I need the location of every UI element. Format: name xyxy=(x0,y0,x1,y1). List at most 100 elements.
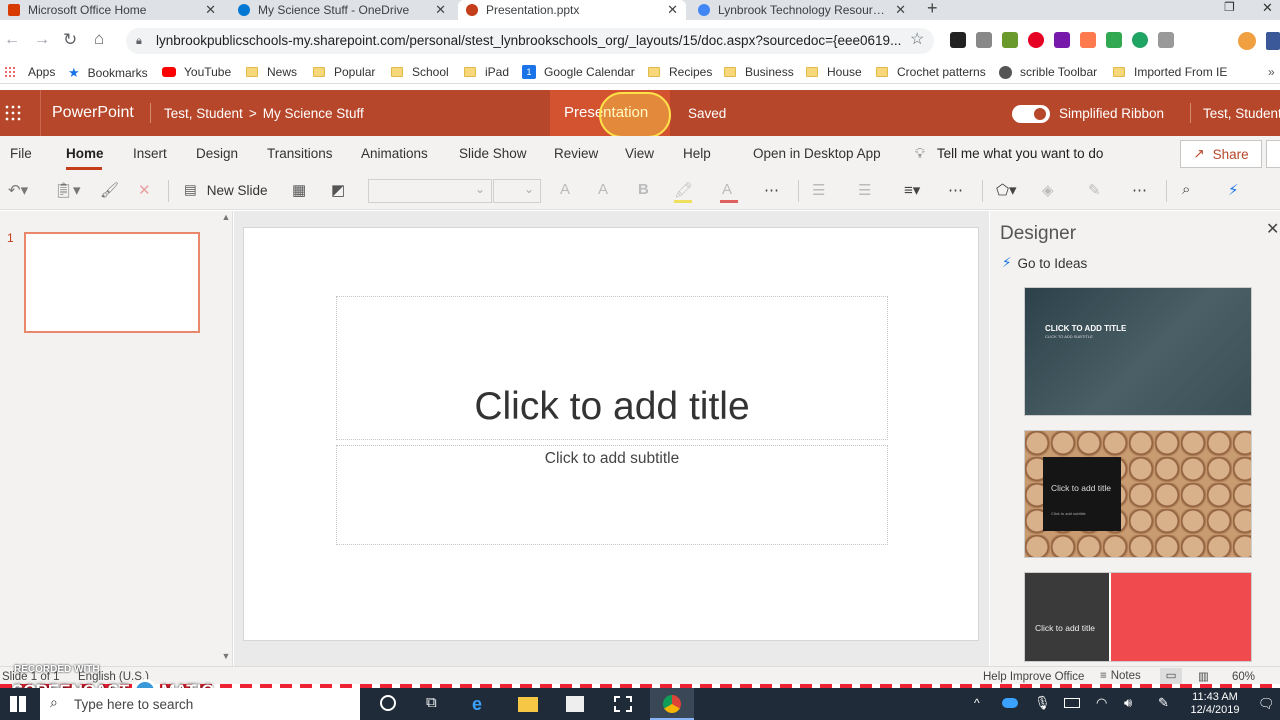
file-explorer-icon[interactable] xyxy=(518,697,538,712)
bookmark-google-calendar[interactable]: 1 Google Calendar xyxy=(522,65,635,79)
notifications-icon[interactable]: 🗨︎ xyxy=(1258,696,1275,712)
bookmark-popular[interactable]: Popular xyxy=(313,65,375,79)
shape-outline-icon[interactable]: ✎ xyxy=(1088,181,1101,199)
maximize-window-icon[interactable]: ❐ xyxy=(1224,0,1235,14)
paste-icon[interactable]: 📋︎▾ xyxy=(54,181,81,199)
edge-icon[interactable]: e xyxy=(472,694,482,715)
document-name-button[interactable]: Presentation xyxy=(550,90,670,136)
design-idea-1[interactable]: CLICK TO ADD TITLE CLICK TO ADD SUBTITLE xyxy=(1024,287,1252,416)
help-improve-office-link[interactable]: Help Improve Office xyxy=(983,671,1084,683)
tab-animations[interactable]: Animations xyxy=(361,146,428,161)
bold-icon[interactable]: B xyxy=(638,181,649,198)
bookmark-imported-from-ie[interactable]: Imported From IE xyxy=(1113,65,1227,79)
designer-lightning-icon[interactable]: ⚡︎ xyxy=(1228,181,1239,199)
bookmark-news[interactable]: News xyxy=(246,65,297,79)
tell-me-search[interactable]: 💡︎ Tell me what you want to do xyxy=(915,145,1103,162)
profile-avatar[interactable] xyxy=(1238,32,1256,50)
app-name[interactable]: PowerPoint xyxy=(52,104,134,122)
camera-extension-icon[interactable] xyxy=(976,32,992,48)
scroll-up-icon[interactable]: ▲ xyxy=(219,212,233,226)
clock[interactable]: 11:43 AM 12/4/2019 xyxy=(1184,691,1246,717)
tab-transitions[interactable]: Transitions xyxy=(267,146,333,161)
facebook-extension-icon[interactable] xyxy=(1266,32,1280,50)
slide-background-icon[interactable]: ◩ xyxy=(331,181,345,199)
bookmark-school[interactable]: School xyxy=(391,65,449,79)
breadcrumb-folder[interactable]: My Science Stuff xyxy=(263,106,364,121)
slide-thumbnail[interactable] xyxy=(24,232,200,333)
font-family-dropdown[interactable]: ⌄ xyxy=(368,179,492,203)
bookmark-crochet-patterns[interactable]: Crochet patterns xyxy=(876,65,986,79)
undo-icon[interactable]: ↶▾ xyxy=(8,181,28,199)
microphone-icon[interactable]: 🎙︎ xyxy=(1034,695,1051,711)
chrome-taskbar-button[interactable] xyxy=(650,688,694,720)
share-button[interactable]: ↗ Share xyxy=(1180,140,1262,168)
tab-view[interactable]: View xyxy=(625,146,654,161)
close-tab-icon[interactable]: ✕ xyxy=(435,2,446,18)
onedrive-tray-icon[interactable] xyxy=(1002,698,1018,708)
bookmark-bookmarks[interactable]: ★ Bookmarks xyxy=(68,65,148,81)
numbering-icon[interactable]: ☰ xyxy=(858,181,871,199)
layout-icon[interactable]: ▦ xyxy=(292,181,306,199)
go-to-ideas-link[interactable]: ⚡︎ Go to Ideas xyxy=(1002,255,1087,271)
reading-view-icon[interactable]: ▥ xyxy=(1198,669,1209,683)
forward-icon[interactable]: → xyxy=(34,31,50,49)
shape-fill-icon[interactable]: ◈ xyxy=(1042,181,1054,199)
normal-view-icon[interactable]: ▭ xyxy=(1160,668,1182,684)
close-designer-icon[interactable]: ✕ xyxy=(1266,219,1279,239)
reload-icon[interactable]: ↻ xyxy=(63,30,77,50)
bookmark-star-icon[interactable]: ☆ xyxy=(910,29,924,49)
clear-icon[interactable]: ✕ xyxy=(138,181,151,199)
format-painter-icon[interactable]: 🖌︎ xyxy=(100,181,119,199)
browser-tab-onedrive[interactable]: My Science Stuff - OneDrive ✕ xyxy=(230,0,454,20)
bullets-icon[interactable]: ☰ xyxy=(812,181,825,199)
close-tab-icon[interactable]: ✕ xyxy=(667,2,678,18)
tab-slide-show[interactable]: Slide Show xyxy=(459,146,527,161)
bookmark-youtube[interactable]: YouTube xyxy=(162,65,231,79)
bookmark-ipad[interactable]: iPad xyxy=(464,65,509,79)
title-placeholder[interactable]: Click to add title xyxy=(336,296,888,440)
grammar-extension-icon[interactable] xyxy=(1132,32,1148,48)
highlight-icon[interactable]: 🖍︎ xyxy=(674,181,693,199)
onenote-extension-icon[interactable] xyxy=(1054,32,1070,48)
bookmark-apps[interactable]: Apps xyxy=(4,65,55,79)
pen-icon[interactable]: ✎ xyxy=(1158,695,1169,711)
green-extension-icon[interactable] xyxy=(1002,32,1018,48)
home-icon[interactable]: ⌂ xyxy=(94,29,104,49)
close-tab-icon[interactable]: ✕ xyxy=(895,2,906,18)
task-view-icon[interactable]: ⧉ xyxy=(426,694,437,711)
decrease-font-icon[interactable]: A xyxy=(598,181,608,198)
pinterest-extension-icon[interactable] xyxy=(1028,32,1044,48)
bookmark-recipes[interactable]: Recipes xyxy=(648,65,712,79)
new-slide-button[interactable]: ▤ New Slide xyxy=(184,182,268,198)
more-paragraph-options-icon[interactable]: ⋯ xyxy=(948,181,963,199)
breadcrumb-owner[interactable]: Test, Student xyxy=(164,106,243,121)
tab-insert[interactable]: Insert xyxy=(133,146,167,161)
show-hidden-icons-icon[interactable]: ^ xyxy=(974,696,980,710)
comments-button[interactable] xyxy=(1266,140,1280,168)
wifi-icon[interactable]: ◠ xyxy=(1096,695,1107,711)
app-launcher-icon[interactable] xyxy=(4,104,22,122)
slide-canvas[interactable]: Click to add title Click to add subtitle xyxy=(243,227,979,641)
volume-icon[interactable]: 🔊︎ xyxy=(1124,695,1132,711)
more-drawing-options-icon[interactable]: ⋯ xyxy=(1132,181,1147,199)
shapes-icon[interactable]: ⬠▾ xyxy=(996,181,1017,199)
tab-design[interactable]: Design xyxy=(196,146,238,161)
zoom-level[interactable]: 60% xyxy=(1232,671,1255,683)
font-size-dropdown[interactable]: ⌄ xyxy=(493,179,541,203)
more-bookmarks-icon[interactable]: » xyxy=(1268,65,1275,79)
store-icon[interactable] xyxy=(566,696,584,712)
browser-tab-lynbrook[interactable]: Lynbrook Technology Resources ✕ xyxy=(690,0,914,20)
cortana-icon[interactable] xyxy=(380,695,396,711)
taskbar-search-box[interactable]: ⌕ Type here to search xyxy=(40,688,360,720)
more-font-options-icon[interactable]: ⋯ xyxy=(764,181,779,199)
simplified-ribbon-toggle[interactable] xyxy=(1012,105,1050,123)
align-icon[interactable]: ≡▾ xyxy=(904,181,920,199)
back-icon[interactable]: ← xyxy=(4,31,20,49)
find-icon[interactable]: ⌕ xyxy=(1182,181,1190,198)
snipping-tool-icon[interactable] xyxy=(614,696,632,712)
battery-icon[interactable] xyxy=(1064,698,1080,708)
orange-extension-icon[interactable] xyxy=(1080,32,1096,48)
browser-tab-presentation[interactable]: Presentation.pptx ✕ xyxy=(458,0,686,20)
bookmark-business[interactable]: Business xyxy=(724,65,794,79)
address-bar[interactable]: 🔒︎ lynbrookpublicschools-my.sharepoint.c… xyxy=(126,28,934,54)
